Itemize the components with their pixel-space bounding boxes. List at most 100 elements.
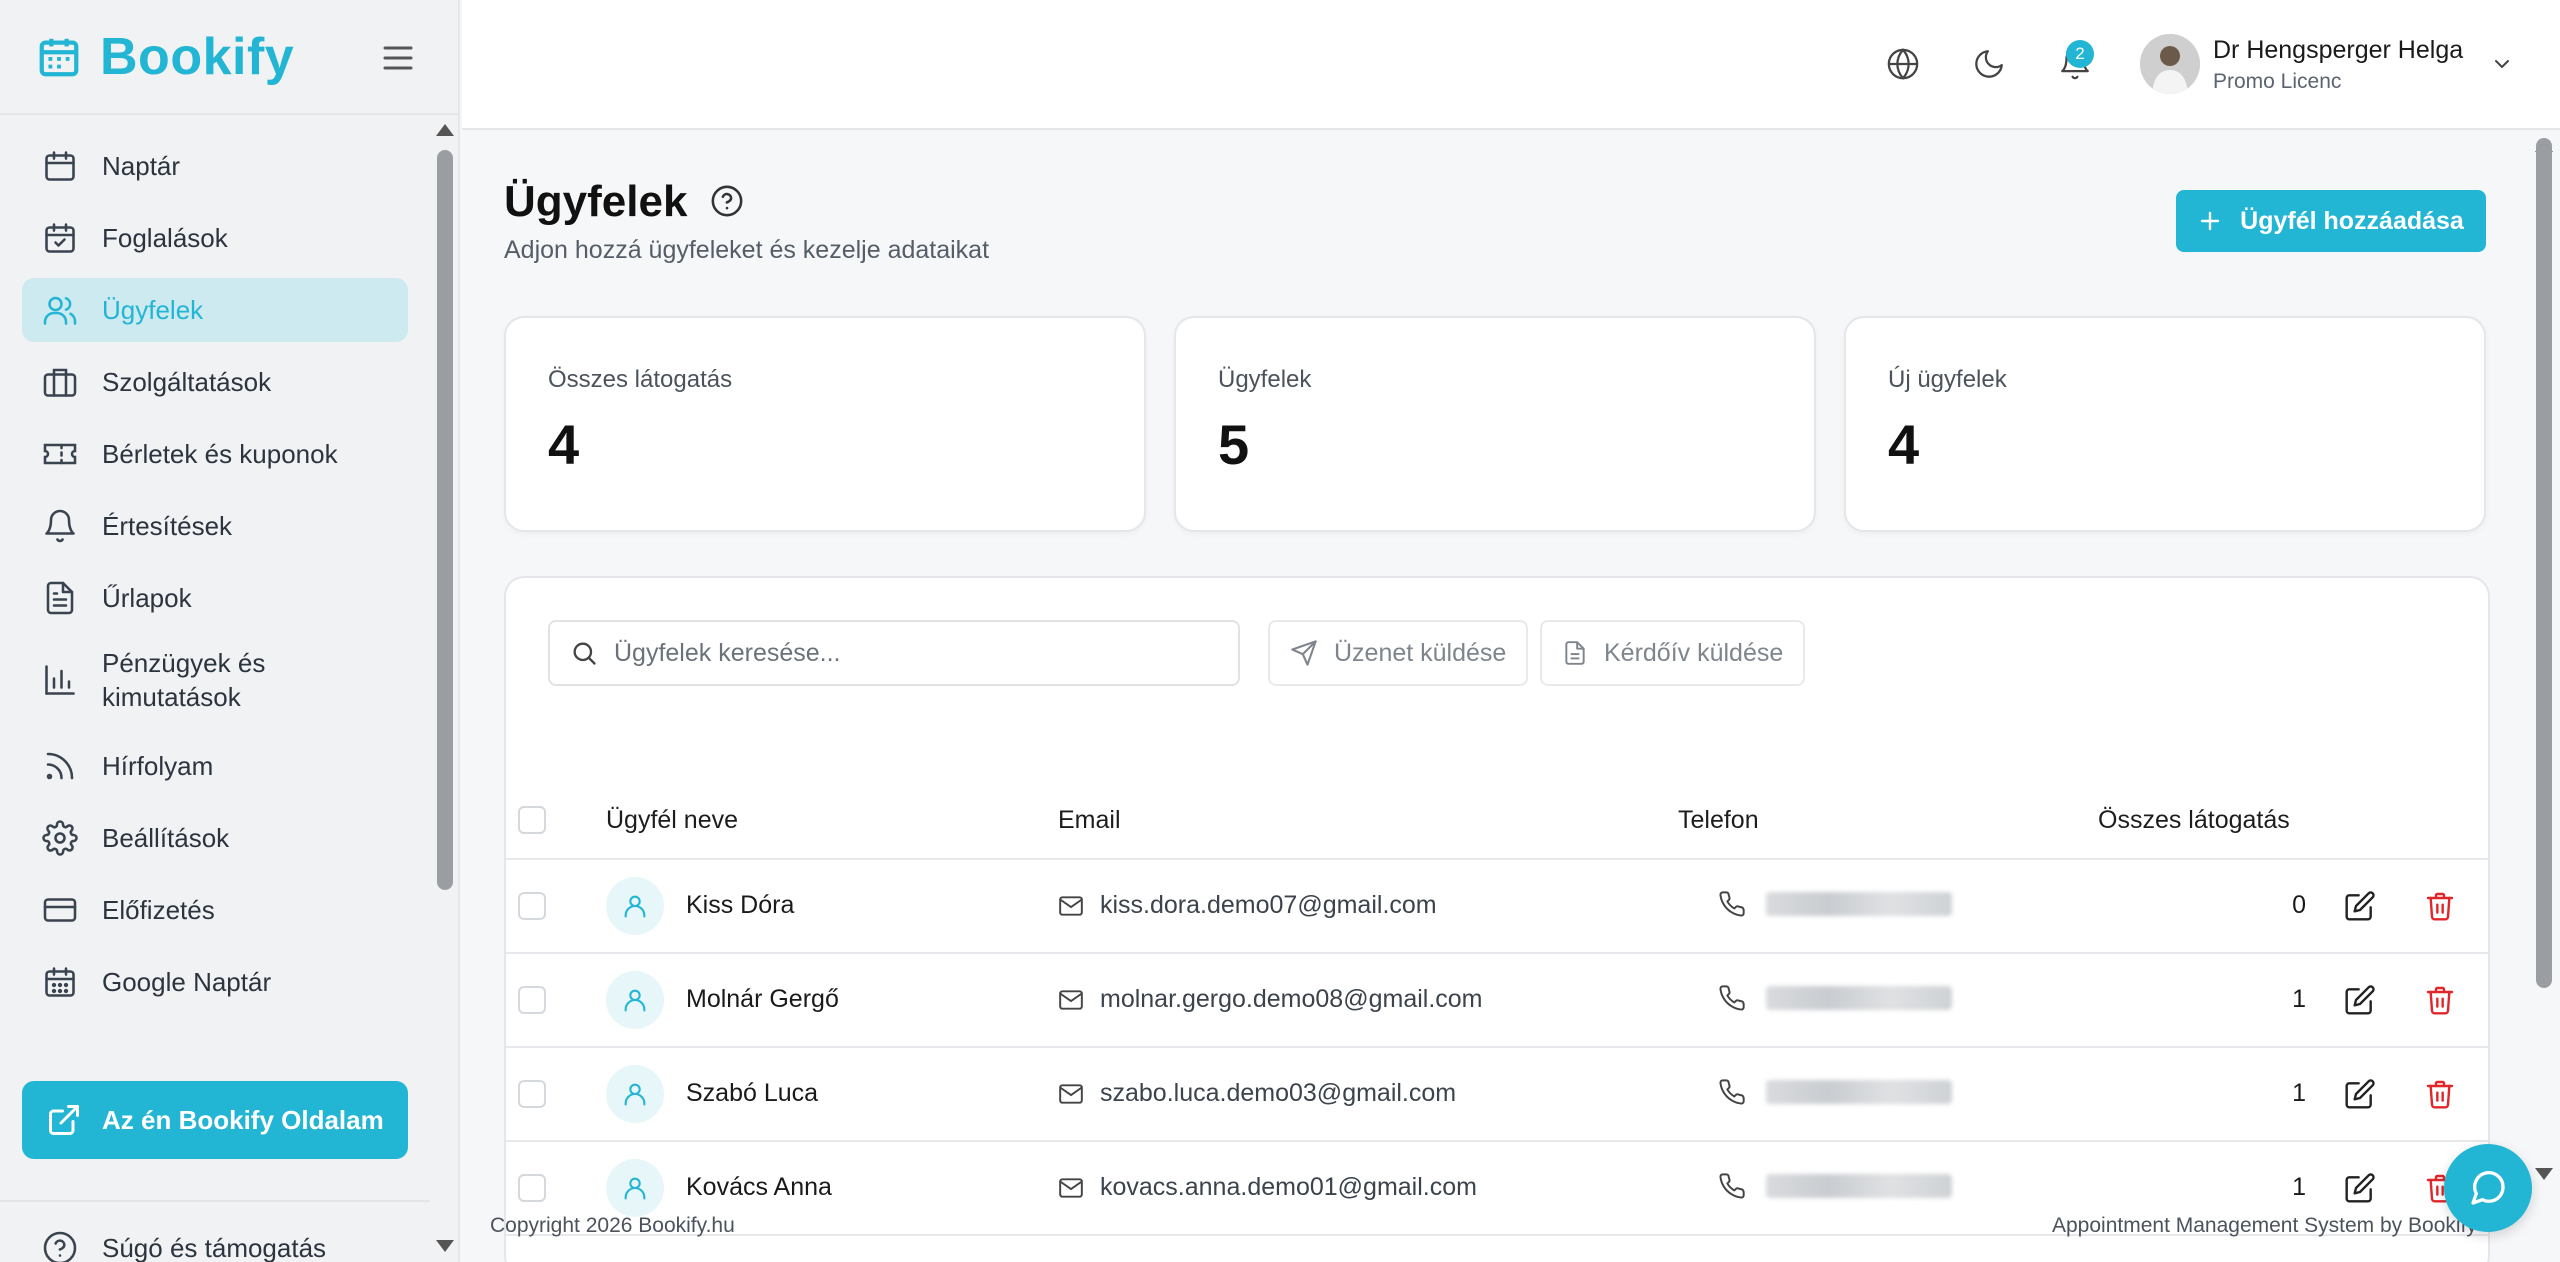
sidebar-nav: Naptár Foglalások Ügyfelek Szolgáltatáso… [22,134,408,1022]
client-phone [1718,1172,1952,1200]
sidebar-scroll-up-arrow[interactable] [436,124,454,136]
trash-icon[interactable] [2424,890,2456,922]
sidebar-item-penzugyek[interactable]: Pénzügyek és kimutatások [22,638,408,722]
sidebar-item-szolgaltatasok[interactable]: Szolgáltatások [22,350,408,414]
sidebar-item-label: Foglalások [102,223,228,253]
select-all-checkbox[interactable] [518,806,546,834]
column-header-visits[interactable]: Összes látogatás [2098,806,2290,835]
search-box[interactable] [548,620,1240,686]
search-input[interactable] [614,638,1214,668]
main-scrollbar-thumb[interactable] [2536,138,2552,988]
add-client-label: Ügyfél hozzáadása [2240,206,2464,235]
client-phone [1718,984,1952,1012]
edit-icon[interactable] [2344,1172,2376,1204]
user-plan: Promo Licenc [2213,70,2342,93]
client-name[interactable]: Kiss Dóra [686,891,794,920]
client-name[interactable]: Molnár Gergő [686,985,839,1014]
edit-icon[interactable] [2344,984,2376,1016]
search-icon [573,642,596,665]
main-scroll-down-arrow[interactable] [2535,1168,2553,1180]
phone-icon [1719,1173,1745,1199]
sidebar-item-label: Naptár [102,151,181,181]
table-row[interactable]: Molnár Gergő molnar.gergo.demo08@gmail.c… [506,954,2488,1048]
client-phone [1718,1078,1952,1106]
external-link-icon [49,1105,79,1135]
mail-icon [1059,1083,1083,1104]
edit-icon[interactable] [2344,1078,2376,1110]
column-header-email[interactable]: Email [1058,806,1121,835]
sidebar-item-label: Értesítések [102,511,233,541]
sidebar-item-beallitasok[interactable]: Beállítások [22,806,408,870]
client-phone [1718,890,1952,918]
row-checkbox[interactable] [518,986,546,1014]
trash-icon[interactable] [2424,984,2456,1016]
sidebar-item-label: Hírfolyam [102,751,214,781]
footer-tagline: Appointment Management System by Bookify [2052,1214,2477,1237]
sidebar-item-label: Űrlapok [102,583,192,613]
sidebar-item-ugyfelek[interactable]: Ügyfelek [22,278,408,342]
send-form-button[interactable]: Kérdőív küldése [1540,620,1806,686]
calendar-icon [45,151,75,181]
briefcase-icon [43,368,77,397]
column-header-phone[interactable]: Telefon [1678,806,1759,835]
trash-icon[interactable] [2424,1078,2456,1110]
plus-icon [2200,211,2220,231]
client-visits: 1 [2292,985,2306,1013]
stat-label: Összes látogatás [548,366,733,393]
client-email-text: kiss.dora.demo07@gmail.com [1100,891,1437,919]
send-message-label: Üzenet küldése [1334,638,1507,667]
credit-card-icon [43,898,77,922]
sidebar-item-naptar[interactable]: Naptár [22,134,408,198]
edit-icon[interactable] [2344,890,2376,922]
sidebar-item-label: Beállítások [102,823,230,853]
sidebar-item-ertesitesek[interactable]: Értesítések [22,494,408,558]
user-photo-icon [2140,34,2200,94]
help-support-label: Súgó és támogatás [102,1232,327,1262]
footer-copyright: Copyright 2026 Bookify.hu [490,1214,735,1237]
help-question-icon[interactable] [710,184,744,218]
row-checkbox[interactable] [518,1080,546,1108]
main-content: Ügyfelek Adjon hozzá ügyfeleket és kezel… [462,132,2532,1262]
send-message-button[interactable]: Üzenet küldése [1268,620,1529,686]
table-row[interactable]: Szabó Luca szabo.luca.demo03@gmail.com 1 [506,1048,2488,1142]
sidebar-item-hirfolyam[interactable]: Hírfolyam [22,734,408,798]
file-text-icon [46,581,74,615]
my-bookify-page-button[interactable]: Az én Bookify Oldalam [22,1081,408,1159]
bar-chart-icon [45,665,75,695]
globe-icon[interactable] [1886,47,1920,81]
chat-icon [2471,1171,2505,1205]
column-header-name[interactable]: Ügyfél neve [606,806,738,835]
sidebar-item-google-naptar[interactable]: Google Naptár [22,950,408,1014]
chevron-down-icon[interactable] [2490,52,2514,76]
client-email: kovacs.anna.demo01@gmail.com [1058,1173,1477,1202]
sidebar-item-label: Előfizetés [102,895,215,925]
bell-icon [45,509,75,543]
sidebar-item-label: Bérletek és kuponok [102,439,338,469]
mail-icon [1059,895,1083,916]
avatar[interactable] [2140,34,2200,94]
add-client-button[interactable]: Ügyfél hozzáadása [2176,190,2486,252]
send-icon [1291,640,1317,666]
calendar-grid-icon [45,967,75,997]
row-checkbox[interactable] [518,1174,546,1202]
user-name[interactable]: Dr Hengsperger Helga [2213,36,2463,65]
stat-value: 5 [1218,413,1250,476]
sidebar-scrollbar-thumb[interactable] [437,150,453,890]
client-name[interactable]: Kovács Anna [686,1173,832,1202]
calendar-logo-icon [39,38,79,76]
chat-support-button[interactable] [2444,1144,2532,1232]
table-header: Ügyfél neve Email Telefon Összes látogat… [506,780,2488,860]
sidebar-scroll-down-arrow[interactable] [436,1240,454,1252]
stat-card-clients: Ügyfelek 5 [1174,316,1816,532]
logo[interactable]: Bookify [0,0,458,115]
help-support-link[interactable]: Súgó és támogatás [0,1200,430,1262]
row-checkbox[interactable] [518,892,546,920]
client-name[interactable]: Szabó Luca [686,1079,818,1108]
sidebar-item-urlapok[interactable]: Űrlapok [22,566,408,630]
hamburger-menu-icon[interactable] [382,44,414,72]
table-row[interactable]: Kiss Dóra kiss.dora.demo07@gmail.com 0 [506,860,2488,954]
sidebar-item-foglalasok[interactable]: Foglalások [22,206,408,270]
moon-icon[interactable] [1972,47,2006,81]
sidebar-item-elofizetes[interactable]: Előfizetés [22,878,408,942]
sidebar-item-berletek[interactable]: Bérletek és kuponok [22,422,408,486]
